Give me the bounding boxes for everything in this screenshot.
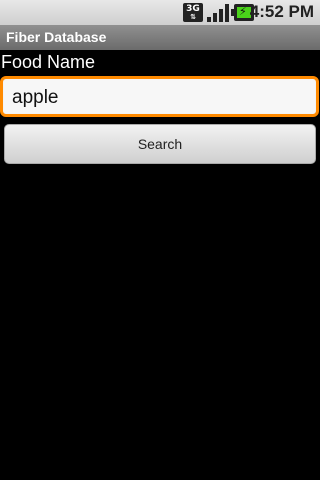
search-button[interactable]: Search <box>4 124 316 164</box>
status-bar: 3G ⇅ ⚡ 4:52 PM <box>0 0 320 25</box>
app-title: Fiber Database <box>6 29 107 45</box>
3g-data-icon: 3G ⇅ <box>183 3 203 22</box>
app-title-bar: Fiber Database <box>0 25 320 50</box>
food-name-label: Food Name <box>1 52 96 72</box>
food-name-input[interactable]: apple <box>0 76 319 117</box>
status-clock: 4:52 PM <box>249 2 314 21</box>
search-button-label: Search <box>137 136 183 152</box>
signal-strength-icon <box>207 3 229 22</box>
food-name-value[interactable]: apple <box>12 87 59 109</box>
